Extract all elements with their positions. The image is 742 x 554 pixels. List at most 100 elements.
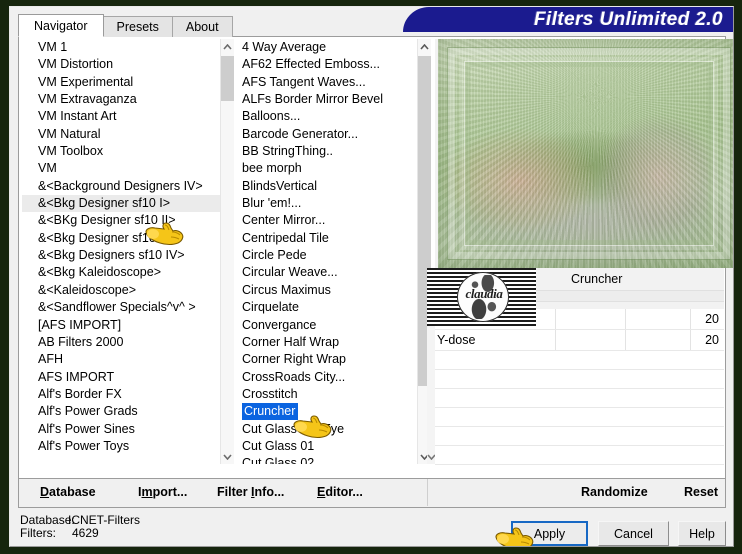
category-list-item[interactable]: AFH: [22, 351, 220, 368]
import-button[interactable]: Import...: [138, 485, 187, 499]
database-button[interactable]: Database: [40, 485, 96, 499]
desktop-background: Filters Unlimited 2.0 Navigator Presets …: [0, 0, 742, 554]
filter-list-item[interactable]: Cut Glass 02: [238, 455, 417, 464]
param-slider-tick: [555, 330, 556, 350]
category-list-item[interactable]: VM Toolbox: [22, 143, 220, 160]
editor-rest: ditor...: [325, 485, 363, 499]
filter-scroll-up-icon[interactable]: [418, 39, 431, 54]
filter-list-item[interactable]: Cut Glass 01: [238, 438, 417, 455]
apply-button[interactable]: Apply: [511, 521, 588, 546]
category-scroll-down-icon[interactable]: [221, 449, 234, 464]
filter-list-item[interactable]: ALFs Border Mirror Bevel: [238, 91, 417, 108]
param-row-empty: [435, 446, 724, 465]
category-list-item[interactable]: &<BKg Designer sf10 II>: [22, 212, 220, 229]
param-slider-tick: [625, 330, 626, 350]
filter-list-item[interactable]: Circle Pede: [238, 247, 417, 264]
reset-button[interactable]: Reset: [684, 485, 718, 499]
category-list-item[interactable]: &<Bkg Designers sf10 IV>: [22, 247, 220, 264]
filter-list-item[interactable]: Circus Maximus: [238, 282, 417, 299]
filter-list-item[interactable]: Circular Weave...: [238, 264, 417, 281]
tab-presets[interactable]: Presets: [102, 16, 173, 37]
param-title: Cruncher: [571, 272, 623, 286]
tab-strip: Navigator Presets About: [18, 14, 233, 37]
filter-list-item[interactable]: Cruncher: [238, 403, 417, 421]
filter-list-item[interactable]: bee morph: [238, 160, 417, 177]
filter-list-item[interactable]: BB StringThing..: [238, 143, 417, 160]
param-slider-tick: [690, 330, 691, 350]
filter-list-item[interactable]: AFS Tangent Waves...: [238, 74, 417, 91]
param-row-empty: [435, 427, 724, 446]
filter-list-item[interactable]: CrossRoads City...: [238, 369, 417, 386]
command-bar: Database Import... Filter Info... Editor…: [18, 479, 726, 508]
category-listbox[interactable]: VM 1 VM Distortion VM Experimental VM Extra…: [22, 39, 234, 464]
filter-list-item[interactable]: AF62 Effected Emboss...: [238, 56, 417, 73]
filter-list-item[interactable]: 4 Way Average: [238, 39, 417, 56]
filter-list-item[interactable]: Crosstitch: [238, 386, 417, 403]
filter-list-item-selected[interactable]: Cruncher: [242, 403, 299, 421]
help-button[interactable]: Help: [678, 521, 726, 546]
category-list-item[interactable]: Alf's Power Grads: [22, 403, 220, 420]
filter-list-item[interactable]: BlindsVertical: [238, 178, 417, 195]
category-list-item[interactable]: &<Bkg Designer sf10 III>: [22, 230, 220, 247]
tab-navigator[interactable]: Navigator: [18, 14, 104, 37]
category-items: VM 1 VM Distortion VM Experimental VM Extra…: [22, 39, 220, 464]
param-value[interactable]: 20: [705, 312, 719, 326]
status-filters-label: Filters:: [20, 526, 56, 540]
param-row-empty: [435, 408, 724, 427]
filter-list-item[interactable]: Blur 'em!...: [238, 195, 417, 212]
category-list-item[interactable]: VM Instant Art: [22, 108, 220, 125]
param-slider-tick: [625, 309, 626, 329]
category-scroll-up-icon[interactable]: [221, 39, 234, 54]
category-list-item[interactable]: Alf's Power Toys: [22, 438, 220, 455]
param-value[interactable]: 20: [705, 333, 719, 347]
param-slider-tick: [690, 309, 691, 329]
param-name: Y-dose: [437, 333, 476, 347]
filter-list-item[interactable]: Cirquelate: [238, 299, 417, 316]
filter-list-item[interactable]: Cut Glass BugEye: [238, 421, 417, 438]
category-list-item[interactable]: [AFS IMPORT]: [22, 317, 220, 334]
filter-listbox[interactable]: 4 Way Average AF62 Effected Emboss... AFS …: [238, 39, 431, 464]
category-list-item[interactable]: VM Distortion: [22, 56, 220, 73]
filter-list-item[interactable]: Balloons...: [238, 108, 417, 125]
category-scroll-thumb[interactable]: [221, 56, 234, 101]
category-list-item[interactable]: &<Bkg Kaleidoscope>: [22, 264, 220, 281]
param-row[interactable]: Y-dose 20: [435, 330, 724, 351]
navigator-panel: VM 1 VM Distortion VM Experimental VM Extra…: [18, 36, 733, 479]
filter-info-pre: Filter: [217, 485, 252, 499]
category-list-item[interactable]: Alf's Border FX: [22, 386, 220, 403]
category-list-item[interactable]: &<Background Designers IV>: [22, 178, 220, 195]
param-row-empty: [435, 370, 724, 389]
status-filters-value: 4629: [72, 526, 99, 540]
database-accel: D: [40, 485, 50, 499]
filter-list-item[interactable]: Centripedal Tile: [238, 230, 417, 247]
tab-about[interactable]: About: [171, 16, 233, 37]
category-list-item[interactable]: &<Sandflower Specials^v^ >: [22, 299, 220, 316]
category-list-item[interactable]: VM Experimental: [22, 74, 220, 91]
category-list-item[interactable]: VM Natural: [22, 126, 220, 143]
filter-list-item[interactable]: Barcode Generator...: [238, 126, 417, 143]
category-list-item[interactable]: &<Bkg Designer sf10 I>: [22, 195, 220, 213]
category-list-item[interactable]: Alf's Power Sines: [22, 421, 220, 438]
category-list-item[interactable]: VM: [22, 160, 220, 177]
cancel-button[interactable]: Cancel: [598, 521, 669, 546]
category-list-item[interactable]: &<Kaleidoscope>: [22, 282, 220, 299]
category-list-item[interactable]: AFS IMPORT: [22, 369, 220, 386]
import-rest: port...: [152, 485, 188, 499]
category-list-item[interactable]: AB Filters 2000: [22, 334, 220, 351]
filter-items: 4 Way Average AF62 Effected Emboss... AFS …: [238, 39, 417, 464]
category-list-item[interactable]: VM Extravaganza: [22, 91, 220, 108]
category-list-item[interactable]: VM 1: [22, 39, 220, 56]
param-table: X-dose20Y-dose20: [435, 309, 724, 465]
filter-preview-image[interactable]: [438, 39, 733, 268]
randomize-button[interactable]: Randomize: [581, 485, 648, 499]
watermark-text: claudia: [465, 286, 503, 301]
filter-list-item[interactable]: Corner Half Wrap: [238, 334, 417, 351]
filter-list-item[interactable]: Convergance: [238, 317, 417, 334]
filter-list-item[interactable]: Center Mirror...: [238, 212, 417, 229]
window-title: Filters Unlimited 2.0: [534, 9, 723, 30]
category-scrollbar[interactable]: [220, 39, 234, 464]
param-row-empty: [435, 351, 724, 370]
filter-info-button[interactable]: Filter Info...: [217, 485, 284, 499]
editor-button[interactable]: Editor...: [317, 485, 363, 499]
filter-list-item[interactable]: Corner Right Wrap: [238, 351, 417, 368]
